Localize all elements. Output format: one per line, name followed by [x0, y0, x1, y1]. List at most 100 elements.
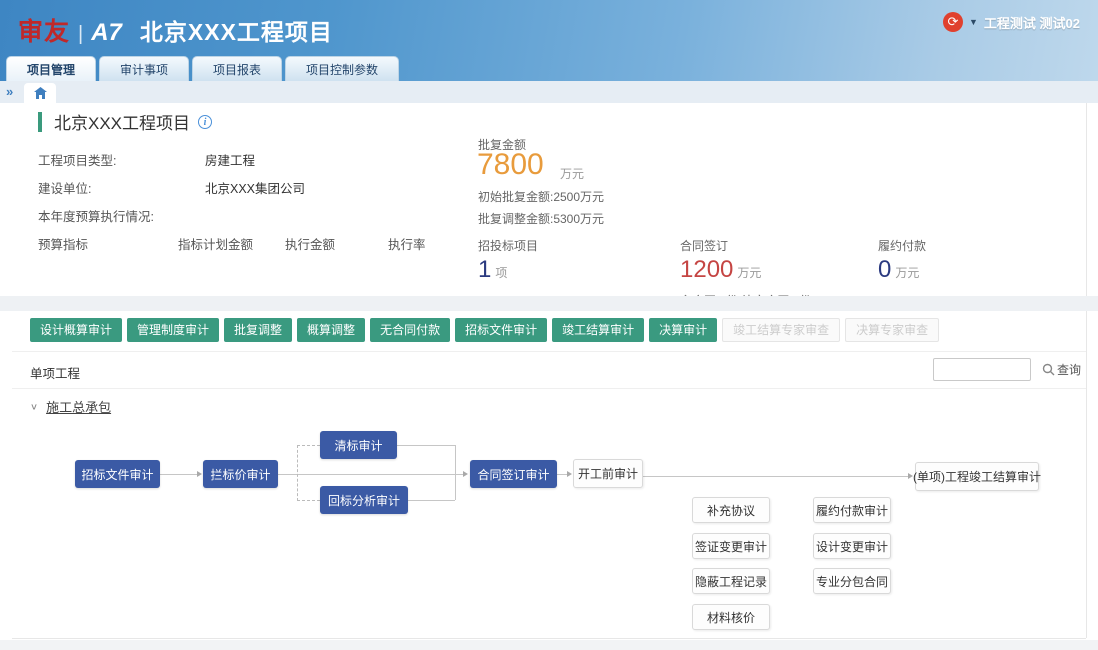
- collapse-icon[interactable]: »: [6, 84, 13, 99]
- panel-bottom-border: [12, 638, 1086, 639]
- flow-node-contract-signing-audit[interactable]: 合同签订审计: [470, 460, 557, 488]
- flow-node-completion-settlement-audit[interactable]: (单项)工程竣工结算审计: [915, 462, 1039, 491]
- stat-bidding-projects: 招投标项目 1项: [478, 237, 538, 284]
- budget-col-indicator: 预算指标: [38, 234, 88, 253]
- main-tabbar: 项目管理 审计事项 项目报表 项目控制参数: [6, 56, 399, 81]
- final-account-audit-button[interactable]: 决算审计: [649, 318, 717, 342]
- budget-col-exec-rate: 执行率: [388, 234, 426, 253]
- user-area: ⟳ ▼ 工程测试 测试02: [943, 12, 1080, 32]
- home-tab[interactable]: [24, 83, 56, 103]
- footer-strip: [0, 640, 1098, 650]
- field-label-budget-execution: 本年度预算执行情况:: [38, 206, 154, 225]
- flow-node-hidden-work-record[interactable]: 隐蔽工程记录: [692, 568, 770, 594]
- divider-line: [12, 388, 1086, 389]
- connector-line: [643, 476, 911, 477]
- caret-down-icon[interactable]: ▼: [969, 17, 978, 27]
- app-window: 审友 | A7 北京XXX工程项目 ⟳ ▼ 工程测试 测试02 项目管理 审计事…: [0, 0, 1098, 650]
- home-icon: [34, 87, 47, 99]
- title-accent-bar: [38, 112, 42, 132]
- arrow-icon: [567, 471, 572, 477]
- approval-adjusted: 批复调整金额:5300万元: [478, 210, 604, 227]
- search-input[interactable]: [933, 358, 1031, 381]
- final-account-expert-review-button[interactable]: 决算专家审查: [845, 318, 939, 342]
- connector-line: [455, 445, 456, 500]
- tab-project-reports[interactable]: 项目报表: [192, 56, 282, 81]
- flow-node-bid-document-audit[interactable]: 招标文件审计: [75, 460, 160, 488]
- connector-line: [160, 474, 200, 475]
- connector-line: [397, 445, 455, 446]
- panel-right-border: [1086, 103, 1087, 638]
- arrow-icon: [197, 471, 202, 477]
- design-estimate-audit-button[interactable]: 设计概算审计: [30, 318, 122, 342]
- page-title: 北京XXX工程项目: [54, 109, 190, 134]
- flow-node-performance-payment-audit[interactable]: 履约付款审计: [813, 497, 891, 523]
- tab-project-control-params[interactable]: 项目控制参数: [285, 56, 399, 81]
- audit-flowchart: 招标文件审计 拦标价审计 清标审计 回标分析审计 合同签订审计 开工前审计 (单…: [28, 420, 1074, 635]
- brand: 审友 | A7 北京XXX工程项目: [18, 12, 333, 48]
- stat-unit: 项: [495, 266, 507, 280]
- chevron-down-icon: ∨: [30, 401, 38, 411]
- search-button[interactable]: 查询: [1042, 361, 1081, 378]
- stat-value: 1200: [680, 256, 733, 283]
- completion-settlement-expert-review-button[interactable]: 竣工结算专家审查: [722, 318, 840, 342]
- connector-line: [408, 500, 455, 501]
- flow-node-design-change-audit[interactable]: 设计变更审计: [813, 533, 891, 559]
- product-name: A7: [91, 19, 122, 47]
- stat-unit: 万元: [737, 266, 761, 280]
- flow-node-bid-clarification-audit[interactable]: 清标审计: [320, 431, 397, 459]
- approval-amount-value: 7800: [477, 148, 544, 182]
- stat-performance-payment: 履约付款 0 万元: [878, 237, 926, 284]
- budget-col-plan-amount: 指标计划金额: [178, 234, 253, 253]
- breadcrumb: »: [0, 81, 1098, 103]
- flow-node-ceiling-price-audit[interactable]: 拦标价审计: [203, 460, 278, 488]
- field-label-project-type: 工程项目类型:: [38, 150, 116, 169]
- arrow-icon: [463, 471, 468, 477]
- section-toggle-general-contracting[interactable]: ∨ 施工总承包: [30, 397, 111, 416]
- flow-node-pre-construction-audit[interactable]: 开工前审计: [573, 459, 643, 488]
- field-value-construction-unit: 北京XXX集团公司: [205, 178, 305, 197]
- management-system-audit-button[interactable]: 管理制度审计: [127, 318, 219, 342]
- completion-settlement-audit-button[interactable]: 竣工结算审计: [552, 318, 644, 342]
- info-icon[interactable]: i: [198, 115, 212, 129]
- main-content: 北京XXX工程项目 i 工程项目类型: 房建工程 建设单位: 北京XXX集团公司…: [0, 103, 1098, 640]
- connector-line: [297, 445, 320, 446]
- tab-audit-matters[interactable]: 审计事项: [99, 56, 189, 81]
- single-project-label: 单项工程: [30, 363, 80, 382]
- header-project-title: 北京XXX工程项目: [140, 13, 333, 47]
- approval-adjustment-button[interactable]: 批复调整: [224, 318, 292, 342]
- search-button-label: 查询: [1057, 361, 1081, 378]
- flow-node-material-pricing[interactable]: 材料核价: [692, 604, 770, 630]
- stat-value: 0: [878, 256, 891, 283]
- page-title-block: 北京XXX工程项目 i: [38, 109, 212, 134]
- app-header: 审友 | A7 北京XXX工程项目 ⟳ ▼ 工程测试 测试02 项目管理 审计事…: [0, 0, 1098, 81]
- connector-line: [297, 445, 298, 501]
- bid-document-audit-button[interactable]: 招标文件审计: [455, 318, 547, 342]
- stat-label: 履约付款: [878, 237, 926, 254]
- stat-label: 招投标项目: [478, 237, 538, 254]
- flow-node-bid-return-analysis-audit[interactable]: 回标分析审计: [320, 486, 408, 514]
- brand-separator: |: [78, 23, 83, 46]
- refresh-icon[interactable]: ⟳: [943, 12, 963, 32]
- budget-col-exec-amount: 执行金额: [285, 234, 335, 253]
- no-contract-payment-button[interactable]: 无合同付款: [370, 318, 450, 342]
- app-logo: 审友: [18, 12, 70, 48]
- search-icon: [1042, 363, 1055, 376]
- stat-label: 合同签订: [680, 237, 811, 254]
- flow-node-visa-change-audit[interactable]: 签证变更审计: [692, 533, 770, 559]
- connector-line: [278, 474, 466, 475]
- section-toggle-label: 施工总承包: [46, 397, 111, 416]
- flow-node-supplementary-agreement[interactable]: 补充协议: [692, 497, 770, 523]
- estimate-adjustment-button[interactable]: 概算调整: [297, 318, 365, 342]
- approval-amount-unit: 万元: [560, 165, 584, 182]
- stat-value: 1: [478, 256, 491, 283]
- approval-initial: 初始批复金额:2500万元: [478, 188, 604, 205]
- tab-project-management[interactable]: 项目管理: [6, 56, 96, 81]
- field-label-construction-unit: 建设单位:: [38, 178, 91, 197]
- field-value-project-type: 房建工程: [205, 150, 255, 169]
- user-name[interactable]: 工程测试 测试02: [984, 13, 1080, 32]
- connector-line: [297, 500, 320, 501]
- section-divider: [0, 296, 1098, 311]
- divider-line: [12, 351, 1086, 352]
- flow-node-professional-subcontract[interactable]: 专业分包合同: [813, 568, 891, 594]
- stat-unit: 万元: [895, 266, 919, 280]
